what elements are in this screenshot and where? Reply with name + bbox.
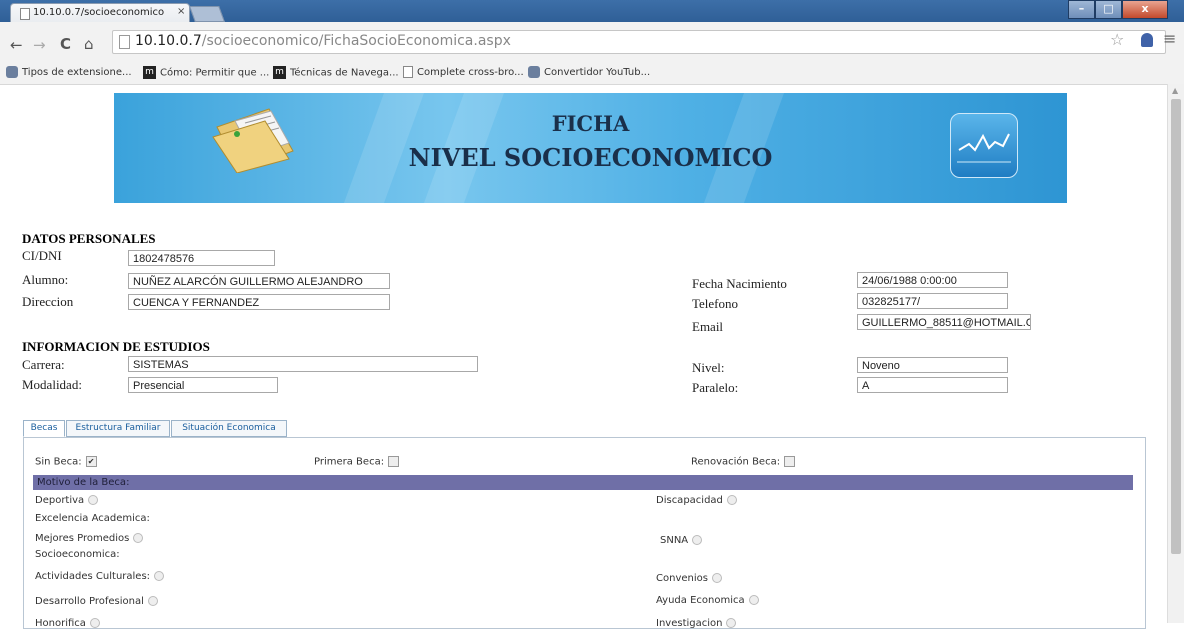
window-titlebar: 10.10.0.7/socioeconomico × – □ x	[0, 0, 1184, 23]
fecha-field[interactable]: 24/06/1988 0:00:00	[857, 272, 1008, 288]
email-label: Email	[692, 319, 724, 334]
tab-becas[interactable]: Becas	[23, 420, 65, 437]
alumno-label: Alumno:	[22, 272, 69, 287]
m-icon: m	[143, 66, 156, 79]
fecha-label: Fecha Nacimiento	[692, 276, 787, 291]
bookmark-1[interactable]: Tipos de extensione...	[6, 66, 132, 78]
modalidad-label: Modalidad:	[22, 377, 82, 392]
becas-panel: Sin Beca: ✔ Primera Beca: Renovación Beca…	[23, 437, 1146, 629]
puzzle-icon	[6, 66, 18, 78]
doc-icon	[403, 66, 413, 78]
option-socioeconomica: Socioeconomica:	[35, 549, 120, 560]
scroll-up-icon[interactable]: ▲	[1172, 86, 1178, 95]
option-desarrollo-profesional: Desarrollo Profesional	[35, 596, 158, 607]
estudios-heading: INFORMACION DE ESTUDIOS	[22, 339, 210, 354]
new-tab-button[interactable]	[189, 6, 225, 22]
nivel-label: Nivel:	[692, 360, 725, 375]
option-convenios: Convenios	[656, 573, 722, 584]
home-icon[interactable]: ⌂	[84, 35, 94, 53]
mejores-promedios-radio[interactable]	[133, 533, 144, 543]
close-window-button[interactable]: x	[1122, 0, 1168, 19]
option-discapacidad: Discapacidad	[656, 495, 737, 506]
tab-situacion-economica[interactable]: Situación Economica	[171, 420, 287, 437]
page-icon	[20, 8, 30, 20]
bookmarks-bar: Tipos de extensione... m Cómo: Permitir q…	[0, 62, 1184, 85]
option-honorifica: Honorifica	[35, 618, 100, 629]
option-snna: SNNA	[660, 535, 703, 546]
header-banner: FICHA NIVEL SOCIOECONOMICO	[114, 93, 1067, 203]
ci-field[interactable]: 1802478576	[128, 250, 275, 266]
alumno-field[interactable]: NUÑEZ ALARCÓN GUILLERMO ALEJANDRO	[128, 273, 390, 289]
bookmark-5[interactable]: Convertidor YouTub...	[528, 66, 650, 78]
reload-icon[interactable]: C	[60, 35, 71, 53]
modalidad-field[interactable]: Presencial	[128, 377, 278, 393]
primera-beca-checkbox[interactable]	[388, 456, 400, 467]
scrollbar-thumb[interactable]	[1171, 99, 1181, 554]
ci-label: CI/DNI	[22, 248, 62, 263]
honorifica-radio[interactable]	[89, 618, 100, 628]
sin-beca-checkbox[interactable]: ✔	[85, 456, 97, 467]
puzzle-icon	[528, 66, 540, 78]
forward-icon[interactable]: →	[33, 36, 46, 54]
page-icon	[119, 35, 130, 49]
option-mejores-promedios: Mejores Promedios	[35, 533, 144, 544]
url-text: 10.10.0.7/socioeconomico/FichaSocioEcono…	[135, 33, 511, 49]
email-field[interactable]: GUILLERMO_88511@HOTMAIL.C	[857, 314, 1031, 330]
bookmark-2[interactable]: m Cómo: Permitir que ...	[143, 66, 269, 79]
banner-subtitle: NIVEL SOCIOECONOMICO	[408, 143, 773, 172]
option-investigacion: Investigacion	[656, 618, 737, 629]
menu-icon[interactable]: ≡	[1163, 29, 1176, 48]
tab-estructura-familiar[interactable]: Estructura Familiar	[66, 420, 170, 437]
actividades-culturales-radio[interactable]	[154, 571, 165, 581]
direccion-label: Direccion	[22, 294, 74, 309]
deportiva-radio[interactable]	[88, 495, 99, 505]
paralelo-field[interactable]: A	[857, 377, 1008, 393]
tab-close-icon[interactable]: ×	[177, 6, 185, 17]
banner-title: FICHA	[551, 111, 630, 136]
telefono-field[interactable]: 032825177/	[857, 293, 1008, 309]
paralelo-label: Paralelo:	[692, 380, 739, 395]
convenios-radio[interactable]	[711, 573, 722, 583]
browser-tab[interactable]: 10.10.0.7/socioeconomico ×	[10, 3, 190, 23]
primera-beca-option: Primera Beca:	[314, 456, 400, 468]
option-excelencia: Excelencia Academica:	[35, 513, 150, 524]
carrera-field[interactable]: SISTEMAS	[128, 356, 478, 372]
motivo-heading: Motivo de la Beca:	[33, 475, 1133, 490]
investigacion-radio[interactable]	[726, 618, 737, 628]
renovacion-beca-option: Renovación Beca:	[691, 456, 796, 468]
sin-beca-option: Sin Beca: ✔	[35, 456, 97, 468]
desarrollo-profesional-radio[interactable]	[147, 596, 158, 606]
extension-icon[interactable]	[1141, 33, 1153, 47]
tab-title: 10.10.0.7/socioeconomico	[33, 7, 165, 18]
bookmark-4[interactable]: Complete cross-bro...	[403, 66, 524, 78]
chart-app-icon	[950, 113, 1018, 178]
maximize-button[interactable]: □	[1095, 0, 1122, 19]
discapacidad-radio[interactable]	[726, 495, 737, 505]
snna-radio[interactable]	[692, 535, 703, 545]
minimize-button[interactable]: –	[1068, 0, 1095, 19]
telefono-label: Telefono	[692, 296, 739, 311]
option-actividades-culturales: Actividades Culturales:	[35, 571, 165, 582]
option-ayuda-economica: Ayuda Economica	[656, 595, 759, 606]
page-scrollbar[interactable]: ▲	[1167, 84, 1184, 623]
nivel-field[interactable]: Noveno	[857, 357, 1008, 373]
option-deportiva: Deportiva	[35, 495, 99, 506]
renovacion-beca-checkbox[interactable]	[784, 456, 796, 467]
back-icon[interactable]: ←	[10, 36, 23, 54]
carrera-label: Carrera:	[22, 357, 65, 372]
m-icon: m	[273, 66, 286, 79]
bookmark-3[interactable]: m Técnicas de Navega...	[273, 66, 399, 79]
personal-heading: DATOS PERSONALES	[22, 231, 156, 246]
direccion-field[interactable]: CUENCA Y FERNANDEZ	[128, 294, 390, 310]
address-bar[interactable]: 10.10.0.7/socioeconomico/FichaSocioEcono…	[112, 30, 1166, 54]
ayuda-economica-radio[interactable]	[748, 595, 759, 605]
bookmark-star-icon[interactable]: ☆	[1110, 30, 1124, 49]
